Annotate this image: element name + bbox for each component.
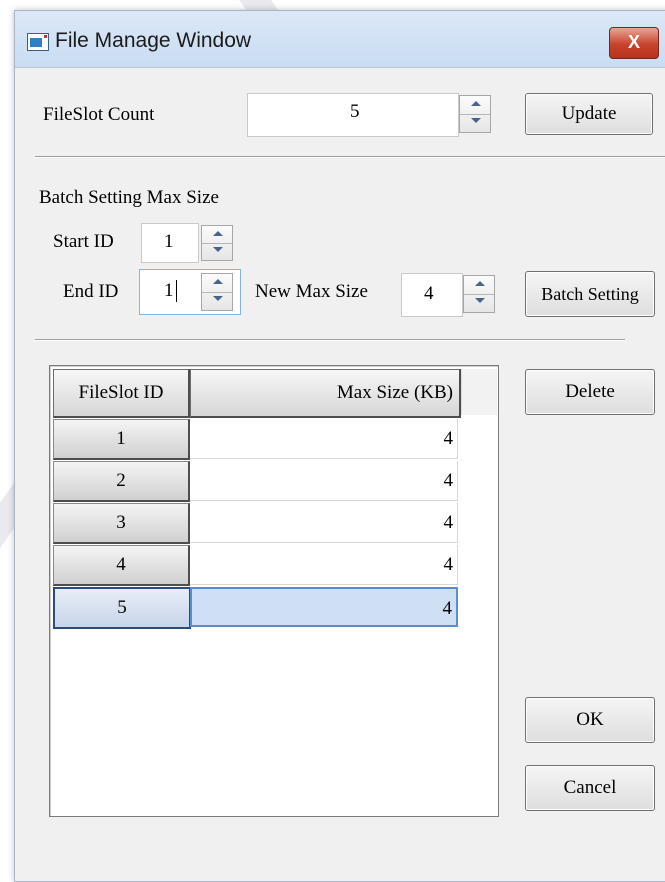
spin-up-icon[interactable] (464, 276, 494, 295)
window-title: File Manage Window (55, 29, 252, 52)
end-id-label: End ID (63, 281, 119, 302)
end-id-spinner[interactable] (201, 273, 233, 311)
spin-up-icon[interactable] (202, 274, 232, 293)
spin-up-icon[interactable] (202, 226, 232, 244)
row-header[interactable]: 1 (53, 419, 190, 460)
start-id-input[interactable]: 1 (141, 223, 199, 263)
ok-button[interactable]: OK (525, 697, 655, 743)
start-id-spinner[interactable] (201, 225, 233, 261)
batch-setting-button[interactable]: Batch Setting (525, 271, 655, 317)
new-max-size-spinner[interactable] (463, 275, 495, 313)
max-size-cell[interactable]: 4 (190, 461, 458, 501)
spin-up-icon[interactable] (460, 96, 490, 115)
new-max-size-value: 4 (424, 283, 434, 304)
new-max-size-input[interactable]: 4 (401, 273, 463, 317)
max-size-cell[interactable]: 4 (190, 545, 458, 585)
cancel-button[interactable]: Cancel (525, 765, 655, 811)
end-id-value: 1 (164, 280, 177, 302)
close-icon: X (627, 32, 640, 52)
row-header[interactable]: 4 (53, 545, 190, 586)
title-bar[interactable]: File Manage Window X (15, 11, 665, 68)
fileslot-count-spinner[interactable] (459, 95, 491, 133)
fileslot-table[interactable]: FileSlot ID Max Size (KB) 1 4 2 4 3 4 4 … (49, 365, 499, 817)
file-manage-window: File Manage Window X FileSlot Count 5 Up… (14, 10, 665, 882)
fileslot-count-input[interactable]: 5 (247, 93, 459, 137)
batch-setting-heading: Batch Setting Max Size (39, 187, 219, 208)
max-size-cell[interactable]: 4 (190, 503, 458, 543)
spin-down-icon[interactable] (464, 294, 494, 312)
fileslot-count-value: 5 (350, 101, 360, 122)
update-button[interactable]: Update (525, 93, 653, 135)
spin-down-icon[interactable] (202, 292, 232, 310)
max-size-cell[interactable]: 4 (190, 419, 458, 459)
spin-down-icon[interactable] (460, 114, 490, 132)
new-max-size-label: New Max Size (255, 281, 368, 302)
start-id-label: Start ID (53, 231, 114, 252)
app-window-icon (27, 33, 49, 51)
separator (35, 156, 665, 158)
row-header[interactable]: 2 (53, 461, 190, 502)
separator (35, 339, 625, 341)
column-header-fileslot-id[interactable]: FileSlot ID (53, 369, 190, 418)
delete-button[interactable]: Delete (525, 369, 655, 415)
start-id-value: 1 (164, 231, 174, 252)
row-header[interactable]: 5 (53, 587, 191, 629)
column-header-max-size[interactable]: Max Size (KB) (190, 369, 461, 418)
fileslot-count-label: FileSlot Count (43, 104, 155, 125)
spin-down-icon[interactable] (202, 243, 232, 260)
row-header[interactable]: 3 (53, 503, 190, 544)
column-header-filler (461, 369, 497, 415)
close-button[interactable]: X (609, 27, 659, 59)
max-size-cell[interactable]: 4 (190, 587, 458, 627)
